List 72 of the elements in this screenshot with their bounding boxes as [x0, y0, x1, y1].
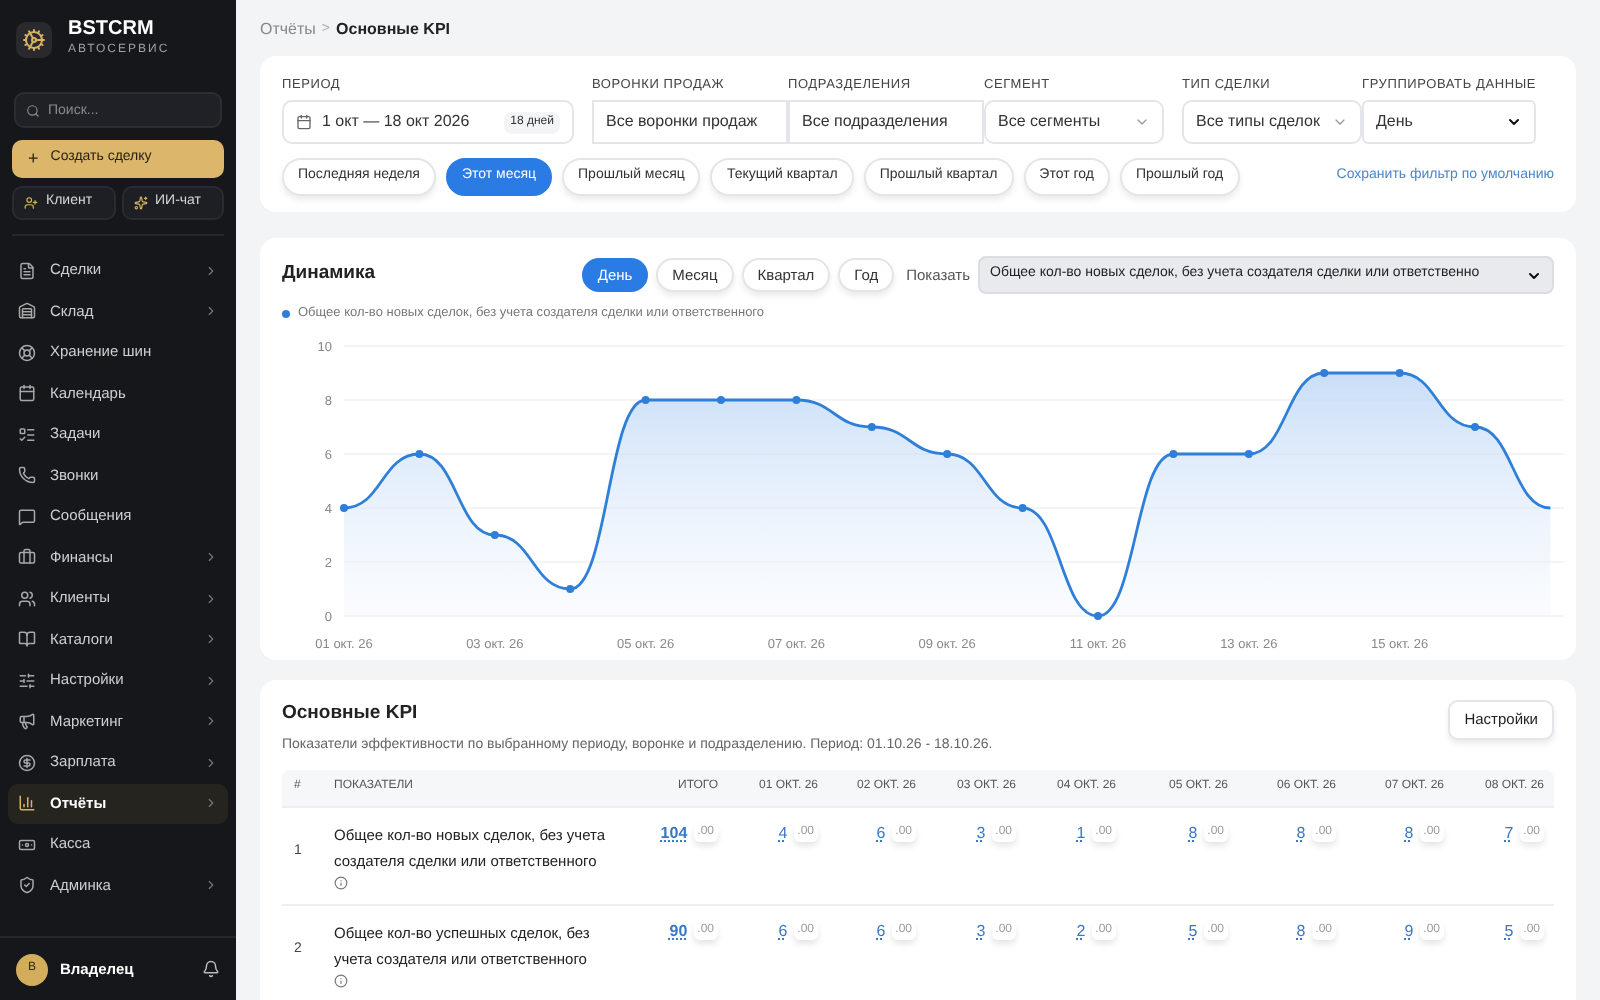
data-point [792, 395, 801, 404]
data-point [490, 530, 499, 539]
calendar-icon [18, 384, 36, 402]
brand-name: BSTCRM [68, 18, 156, 42]
data-point [340, 503, 348, 512]
kpi-value-link[interactable]: 6 [778, 919, 788, 943]
book-icon [18, 630, 36, 648]
chevron-icon [1332, 114, 1348, 130]
kpi-value-link[interactable]: 90 [669, 919, 688, 943]
megaphone-icon [18, 712, 36, 730]
banknote-icon [18, 835, 36, 853]
sparkle-icon [133, 196, 147, 210]
users-icon [18, 589, 36, 607]
filter-dropdown[interactable]: Все сегменты [984, 100, 1164, 144]
document-icon [18, 261, 36, 279]
logo-icon [16, 21, 52, 57]
kpi-value-link[interactable]: 8 [1296, 919, 1306, 943]
chevron-icon [1506, 114, 1522, 130]
kpi-value-link[interactable]: 1 [1076, 821, 1086, 845]
plus-icon: + [28, 150, 39, 168]
card-title: Основные KPI [282, 699, 420, 728]
data-point [641, 395, 650, 404]
phone-icon [18, 466, 36, 484]
chevron-icon [1134, 114, 1150, 130]
user-plus-icon [24, 196, 38, 210]
data-point [566, 584, 575, 593]
data-point [1094, 611, 1102, 620]
lifebuoy-icon [18, 343, 36, 361]
group-select[interactable]: День [1362, 100, 1536, 144]
info-icon[interactable] [334, 973, 348, 987]
data-point [415, 449, 424, 458]
breadcrumb-current: Основные KPI [336, 18, 450, 42]
kpi-value-link[interactable]: 5 [1504, 919, 1514, 943]
card-title: Динамика [282, 260, 376, 289]
sliders-icon [18, 671, 36, 689]
kpi-value-link[interactable]: 8 [1296, 821, 1306, 845]
coin-icon [18, 753, 36, 771]
kpi-value-link[interactable]: 8 [1404, 821, 1414, 845]
kpi-value-link[interactable]: 3 [976, 919, 986, 943]
kpi-value-link[interactable]: 7 [1504, 821, 1514, 845]
filter-field[interactable]: Все подразделения [788, 100, 984, 144]
kpi-value-link[interactable]: 104 [660, 821, 688, 845]
bar-chart-icon [18, 794, 36, 812]
data-point [1244, 449, 1253, 458]
kpi-value-link[interactable]: 4 [778, 821, 788, 845]
data-point [943, 449, 952, 458]
filter-dropdown[interactable]: Все типы сделок [1182, 100, 1362, 144]
data-point [867, 422, 876, 431]
shield-icon [18, 876, 36, 894]
data-point [717, 395, 725, 404]
data-point [1395, 368, 1404, 377]
filter-field[interactable]: Все воронки продаж [592, 100, 788, 144]
kpi-value-link[interactable]: 5 [1188, 919, 1198, 943]
bell-icon[interactable] [202, 960, 220, 978]
chat-icon [18, 507, 36, 525]
kpi-value-link[interactable]: 2 [1076, 919, 1086, 943]
data-point [1471, 422, 1479, 431]
kpi-value-link[interactable]: 6 [876, 821, 886, 845]
search-icon [26, 103, 40, 117]
data-point [1320, 368, 1329, 377]
data-point [1018, 503, 1027, 512]
building-icon [18, 302, 36, 320]
info-icon[interactable] [334, 875, 348, 889]
kpi-value-link[interactable]: 6 [876, 919, 886, 943]
checklist-icon [18, 425, 36, 443]
chevron-icon [1526, 267, 1542, 283]
kpi-value-link[interactable]: 8 [1188, 821, 1198, 845]
briefcase-icon [18, 548, 36, 566]
calendar-icon [296, 114, 312, 130]
data-point [1169, 449, 1178, 458]
kpi-value-link[interactable]: 9 [1404, 919, 1414, 943]
kpi-value-link[interactable]: 3 [976, 821, 986, 845]
